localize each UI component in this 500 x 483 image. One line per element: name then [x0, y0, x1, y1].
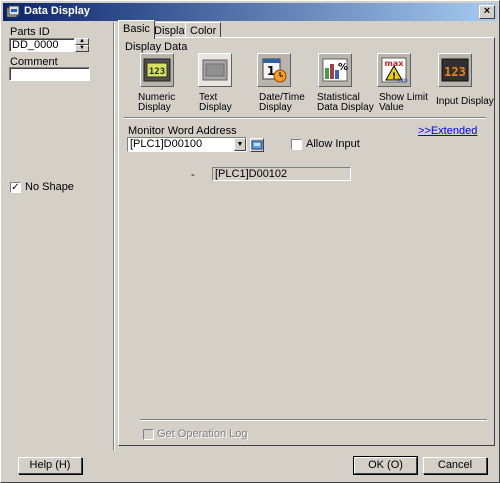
- address-dash: -: [191, 169, 195, 181]
- get-operation-log-label: Get Operation Log: [157, 428, 248, 440]
- tab-color[interactable]: Color: [185, 22, 222, 38]
- input-display-digits: 123: [444, 65, 466, 79]
- parts-id-input[interactable]: DD_0000: [9, 38, 75, 52]
- secondary-address-field: [PLC1]D00102: [212, 167, 351, 181]
- data-display-dialog: Data Display × Parts ID DD_0000 ▲ ▼ Comm…: [0, 0, 500, 483]
- close-icon: ×: [483, 5, 491, 17]
- date-time-display-button[interactable]: 1: [257, 53, 291, 87]
- tab-basic-label: Basic: [123, 23, 150, 35]
- date-time-display-label-2: Display: [259, 102, 292, 113]
- no-shape-label: No Shape: [25, 181, 74, 193]
- input-display-label: Input Display: [436, 96, 494, 107]
- tab-color-label: Color: [190, 25, 217, 37]
- cancel-button[interactable]: Cancel: [423, 457, 487, 474]
- input-display-button[interactable]: 123: [438, 53, 472, 87]
- keypad-icon: [251, 140, 263, 150]
- spin-down-icon[interactable]: ▼: [75, 45, 89, 52]
- display-data-label: Display Data: [125, 41, 188, 53]
- get-operation-log-checkbox[interactable]: [143, 429, 154, 440]
- percent-symbol: %: [338, 62, 348, 73]
- monitor-word-address-label: Monitor Word Address: [128, 125, 237, 137]
- show-limit-value-label-2: Value: [379, 102, 404, 113]
- app-icon: [6, 5, 20, 18]
- numeric-display-button[interactable]: 123: [140, 53, 174, 87]
- close-button[interactable]: ×: [479, 5, 495, 19]
- no-shape-checkbox[interactable]: ✓: [10, 182, 21, 193]
- text-display-icon: [202, 59, 228, 81]
- checkmark-icon: ✓: [11, 182, 20, 193]
- tab-basic[interactable]: Basic: [118, 20, 155, 39]
- limit-min-text: min: [396, 77, 408, 84]
- separator: [124, 117, 486, 119]
- window-title: Data Display: [24, 5, 91, 17]
- numeric-display-digits: 123: [149, 67, 165, 77]
- spin-up-icon[interactable]: ▲: [75, 38, 89, 45]
- chevron-down-icon[interactable]: ▼: [234, 138, 246, 151]
- numeric-display-icon: 123: [143, 58, 171, 82]
- panel-divider: [113, 22, 115, 450]
- statistical-data-display-label-2: Data Display: [317, 102, 374, 113]
- statistical-data-display-button[interactable]: %: [318, 53, 352, 87]
- show-limit-value-icon: max ! min: [381, 57, 408, 84]
- date-time-display-icon: 1: [262, 58, 287, 83]
- statistical-data-display-icon: %: [322, 58, 348, 82]
- parts-id-spinner[interactable]: ▲ ▼: [75, 38, 89, 53]
- ok-button[interactable]: OK (O): [353, 456, 418, 475]
- help-button[interactable]: Help (H): [18, 457, 82, 474]
- monitor-address-combo[interactable]: [PLC1]D00100 ▼: [127, 137, 247, 152]
- parts-id-label: Parts ID: [10, 26, 50, 38]
- extended-link[interactable]: >>Extended: [418, 125, 477, 137]
- text-display-button[interactable]: [198, 53, 232, 87]
- comment-input[interactable]: [9, 67, 90, 81]
- input-display-icon: 123: [441, 58, 469, 82]
- allow-input-checkbox[interactable]: [291, 139, 302, 150]
- allow-input-label: Allow Input: [306, 138, 360, 150]
- monitor-address-value: [PLC1]D00100: [130, 138, 203, 150]
- title-bar[interactable]: Data Display ×: [3, 3, 497, 21]
- show-limit-value-button[interactable]: max ! min: [377, 53, 411, 87]
- address-input-button[interactable]: [250, 138, 264, 152]
- text-display-label-2: Display: [199, 102, 232, 113]
- numeric-display-label-2: Display: [138, 102, 171, 113]
- separator-bottom: [140, 419, 487, 421]
